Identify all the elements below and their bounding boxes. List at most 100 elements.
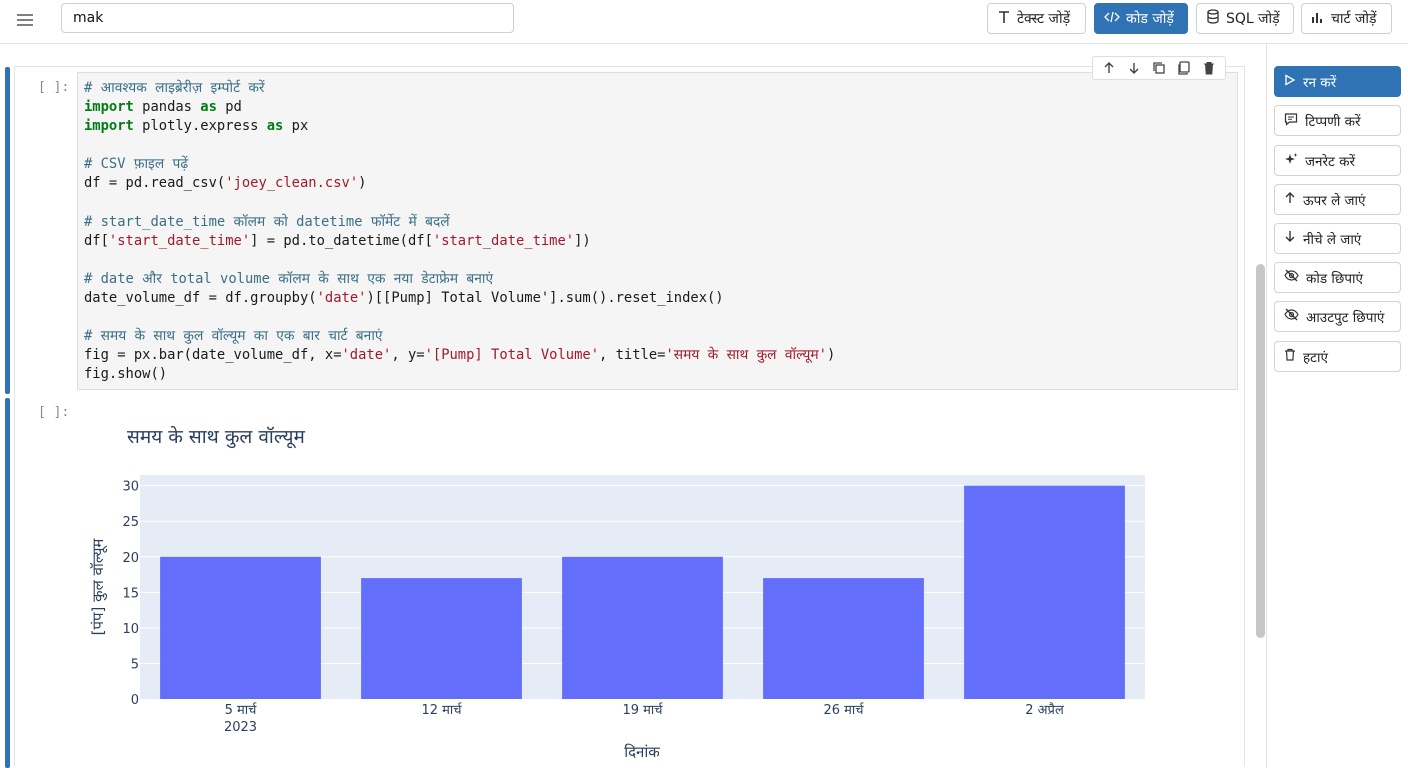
delete-label: हटाएं [1303,349,1328,366]
x-tick-label: 5 मार्च [225,702,258,718]
code-token: 'समय के साथ कुल वॉल्यूम' [665,347,827,364]
comment-label: टिप्पणी करें [1305,113,1361,130]
output-indicator [5,398,10,768]
add-chart-button[interactable]: चार्ट जोड़ें [1301,3,1392,34]
comment-button[interactable]: टिप्पणी करें [1274,105,1401,136]
code-token: # date और total volume कॉलम के साथ एक नय… [84,270,494,287]
arrow-up-icon[interactable] [1100,59,1118,77]
bar-chart-icon [1311,10,1325,28]
code-token: df[ [84,232,109,249]
code-token: px [283,118,309,135]
bar[interactable] [160,556,321,699]
code-token: pandas [133,99,201,116]
hide-output-button[interactable]: आउटपुट छिपाएं [1274,301,1401,332]
code-line: # date और total volume कॉलम के साथ एक नय… [84,271,493,287]
copy-icon[interactable] [1175,59,1193,77]
code-token: )[[Pump] Total Volume'].sum().reset_inde… [366,290,724,307]
add-sql-button[interactable]: SQL जोड़ें [1196,3,1294,34]
move-up-button[interactable]: ऊपर ले जाएं [1274,184,1401,215]
code-text[interactable]: # आवश्यक लाइब्रेरीज़ इम्पोर्ट करें impor… [84,79,835,385]
eye-off-icon [1284,269,1299,286]
code-line: import plotly.express as px [84,118,308,134]
bar[interactable] [361,578,522,699]
arrow-up-icon [1284,191,1296,208]
hide-code-button[interactable]: कोड छिपाएं [1274,262,1401,293]
code-token: '[Pump] Total Volume' [424,347,600,364]
hide-output-label: आउटपुट छिपाएं [1306,309,1385,326]
move-up-label: ऊपर ले जाएं [1303,192,1366,209]
sparkle-icon [1284,152,1298,170]
x-tick-labels: 5 मार्च 12 मार्च 19 मार्च 26 मार्च 2 अप्रैल [225,702,1064,718]
y-tick-label: 5 [131,657,139,672]
eye-off-icon [1284,308,1299,325]
code-token: 'date' [341,347,392,364]
database-icon [1206,9,1220,28]
move-down-label: नीचे ले जाएं [1303,231,1362,248]
x-tick-label: 12 मार्च [421,702,462,718]
y-tick-label: 15 [122,586,139,601]
code-token: pd [216,99,242,116]
code-token: , y= [391,347,425,364]
code-token: ) [358,175,367,192]
trash-icon[interactable] [1200,59,1218,77]
code-editor[interactable]: # आवश्यक लाइब्रेरीज़ इम्पोर्ट करें impor… [77,72,1238,390]
chart-title: समय के साथ कुल वॉल्यूम [127,425,306,449]
play-icon [1284,73,1296,90]
bar[interactable] [964,485,1125,699]
code-token: # समय के साथ कुल वॉल्यूम का एक बार चार्ट… [84,328,383,345]
bar-chart: समय के साथ कुल वॉल्यूम 0 5 10 15 20 25 30 5 मा… [89,425,1145,761]
code-line: import pandas as pd [84,99,242,115]
code-token: import [84,99,134,116]
x-year-label: 2023 [224,720,257,735]
code-line: df['start_date_time'] = pd.to_datetime(d… [84,233,591,249]
y-tick-label: 10 [122,622,139,637]
code-line: date_volume_df = df.groupby('date')[[Pum… [84,290,724,306]
delete-button[interactable]: हटाएं [1274,341,1401,372]
top-toolbar: टेक्स्ट जोड़ें कोड जोड़ें SQL जोड़ें चार… [0,0,1408,44]
code-token: , title= [599,347,666,364]
move-down-button[interactable]: नीचे ले जाएं [1274,223,1401,254]
code-line: fig = px.bar(date_volume_df, x='date', y… [84,347,835,363]
code-token: # आवश्यक लाइब्रेरीज़ इम्पोर्ट करें [84,80,265,96]
code-line: df = pd.read_csv('joey_clean.csv') [84,175,366,191]
add-text-button[interactable]: टेक्स्ट जोड़ें [987,3,1086,34]
y-tick-labels: 0 5 10 15 20 25 30 [122,480,139,708]
x-axis-label: दिनांक [624,743,660,761]
bar[interactable] [562,556,723,699]
code-token: 'start_date_time' [108,232,251,249]
cell-prompt: [ ]: [38,80,70,95]
duplicate-icon[interactable] [1150,59,1168,77]
add-chart-label: चार्ट जोड़ें [1331,11,1377,27]
code-token: import [84,118,134,135]
x-tick-label: 19 मार्च [622,702,663,718]
search-input[interactable] [61,3,514,33]
scrollbar[interactable] [1256,264,1265,638]
arrow-down-icon[interactable] [1125,59,1143,77]
code-token: fig.show() [84,366,168,383]
code-icon [1104,10,1120,28]
y-tick-label: 25 [122,515,139,530]
code-token: ) [826,347,836,364]
generate-button[interactable]: जनरेट करें [1274,145,1401,176]
output-prompt: [ ]: [38,405,70,420]
x-tick-label: 2 अप्रैल [1025,702,1064,718]
run-button[interactable]: रन करें [1274,66,1401,97]
run-label: रन करें [1303,74,1337,91]
code-token: as [266,118,284,135]
code-line: # CSV फ़ाइल पढ़ें [84,156,188,172]
code-line: # start_date_time कॉलम को datetime फॉर्म… [84,214,450,230]
code-line: # समय के साथ कुल वॉल्यूम का एक बार चार्ट… [84,328,383,344]
bar[interactable] [763,578,924,699]
cell-active-indicator [5,67,10,394]
code-token: df = pd.read_csv( [84,175,226,192]
cell-toolbar [1092,56,1226,80]
menu-icon[interactable] [14,9,36,31]
add-sql-label: SQL जोड़ें [1226,11,1280,27]
x-tick-label: 26 मार्च [823,702,864,718]
code-token: ]) [574,232,591,249]
y-tick-label: 30 [122,480,139,495]
code-token: 'start_date_time' [432,232,575,249]
add-code-button[interactable]: कोड जोड़ें [1094,3,1188,34]
code-token: date_volume_df = df.groupby( [84,290,317,307]
comment-icon [1284,112,1298,130]
